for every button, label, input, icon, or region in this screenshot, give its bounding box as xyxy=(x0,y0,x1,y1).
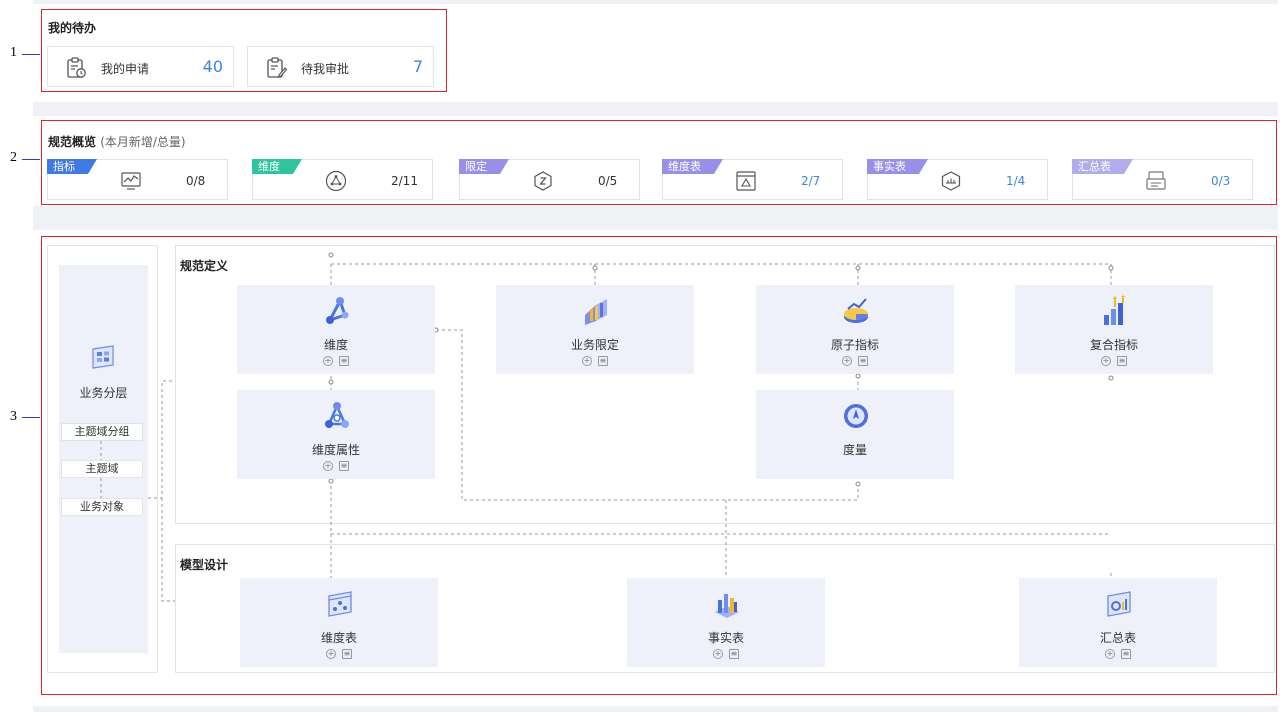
callout-3: 3 xyxy=(10,409,17,424)
callout-3-line xyxy=(22,417,40,418)
section-divider-1 xyxy=(33,102,1278,116)
callout-2-line xyxy=(22,159,40,160)
section-divider-2 xyxy=(33,206,1278,230)
page: 1 2 3 我的待办 我的申请 40 待我审批 7 规范概览 (本月新增/总量)… xyxy=(0,0,1280,712)
callout-2: 2 xyxy=(10,150,17,165)
bottom-divider xyxy=(33,706,1278,712)
annotation-box-3 xyxy=(41,236,1277,695)
top-divider xyxy=(33,0,1278,4)
annotation-box-2 xyxy=(41,120,1277,205)
callout-1-line xyxy=(22,54,40,55)
annotation-box-1 xyxy=(41,9,447,92)
callout-1: 1 xyxy=(10,45,17,60)
